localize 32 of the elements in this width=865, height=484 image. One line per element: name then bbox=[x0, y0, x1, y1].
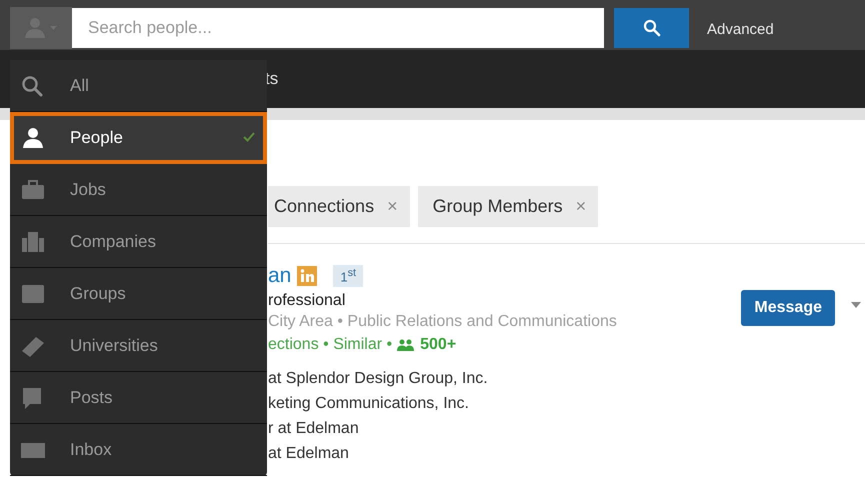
filter-chip[interactable]: Connections × bbox=[268, 186, 410, 227]
message-button[interactable]: Message bbox=[741, 290, 835, 326]
filter-chip[interactable]: Group Members × bbox=[418, 186, 598, 227]
building-icon bbox=[20, 230, 46, 252]
headline-text: rofessional bbox=[268, 292, 346, 310]
connection-degree-badge: 1$^{st}$ bbox=[333, 265, 364, 287]
menu-item[interactable]: Jobs bbox=[10, 164, 267, 216]
connection-count: 500+ bbox=[420, 336, 456, 354]
menu-item[interactable]: Groups bbox=[10, 268, 267, 320]
menu-item[interactable]: Posts bbox=[10, 372, 267, 424]
premium-badge-icon bbox=[297, 266, 318, 286]
menu-item[interactable]: Companies bbox=[10, 216, 267, 268]
connection-links[interactable]: ections • Similar • bbox=[268, 336, 392, 354]
person-name-link[interactable]: an bbox=[268, 264, 292, 288]
position-text: at Edelman bbox=[268, 444, 350, 464]
briefcase-icon bbox=[20, 178, 46, 200]
position-text: keting Communications, Inc. bbox=[268, 394, 470, 414]
caret-icon[interactable] bbox=[851, 302, 861, 308]
search-icon bbox=[642, 19, 660, 37]
position-text: at Splendor Design Group, Inc. bbox=[268, 369, 489, 389]
remove-filter-icon[interactable]: × bbox=[576, 196, 586, 216]
menu-item[interactable]: People bbox=[10, 112, 267, 164]
person-icon bbox=[20, 126, 46, 148]
advanced-link[interactable]: Advanced bbox=[707, 20, 774, 38]
location-industry-text: City Area • Public Relations and Communications bbox=[268, 313, 618, 331]
position-text: r at Edelman bbox=[268, 419, 360, 439]
search-button[interactable] bbox=[614, 8, 689, 48]
search-field[interactable]: Search people... bbox=[72, 8, 604, 48]
menu-item[interactable]: Inbox bbox=[10, 424, 267, 476]
checkmark-icon bbox=[243, 132, 255, 142]
remove-filter-icon[interactable]: × bbox=[387, 196, 398, 216]
menu-item[interactable]: Universities bbox=[10, 320, 267, 372]
